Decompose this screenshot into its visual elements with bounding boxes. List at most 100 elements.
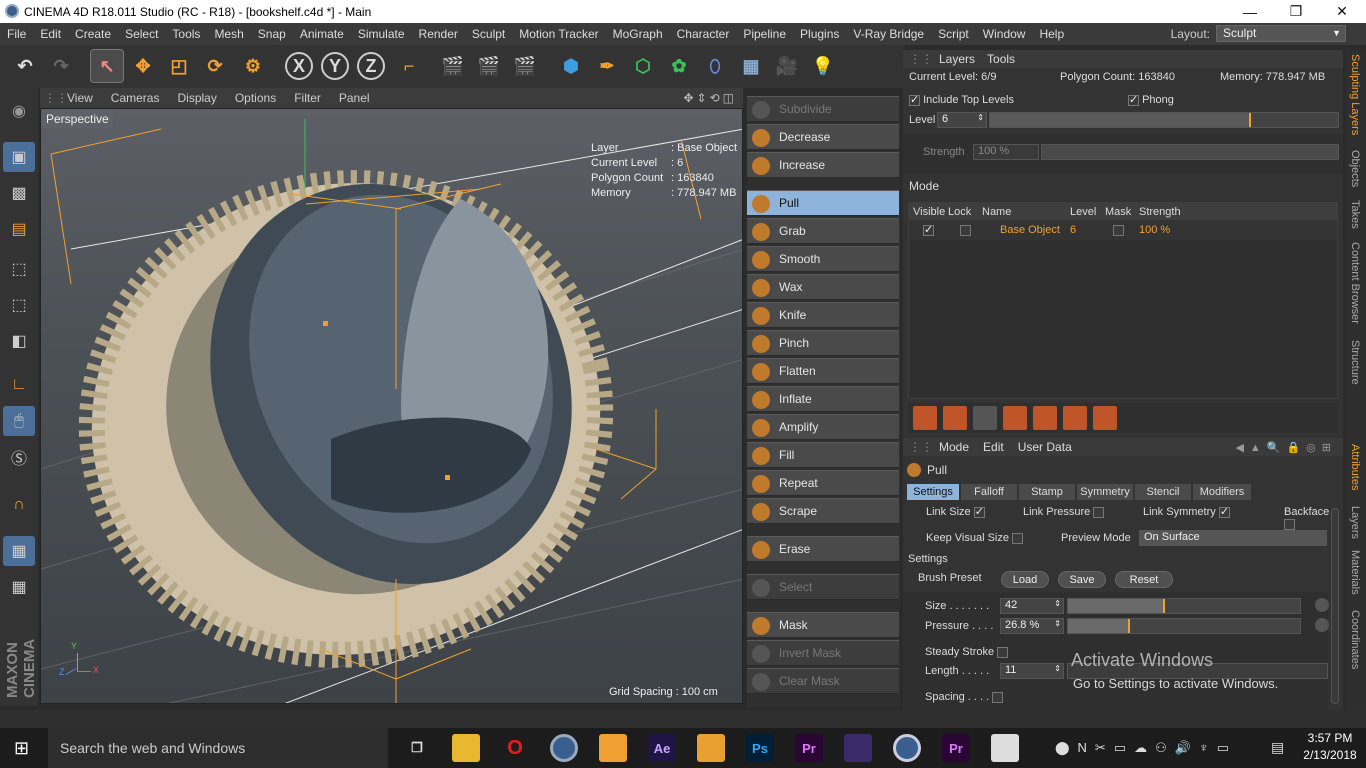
brush-grab-button[interactable]: Grab bbox=[747, 218, 899, 244]
texture-mode-icon[interactable]: ▩ bbox=[3, 178, 35, 208]
menu-tools[interactable]: Tools bbox=[165, 27, 207, 41]
y-axis-lock-icon[interactable]: Y bbox=[321, 52, 349, 80]
brush-erase-button[interactable]: Erase bbox=[747, 536, 899, 562]
tab-attributes[interactable]: Attributes bbox=[1349, 444, 1361, 490]
brush-knife-button[interactable]: Knife bbox=[747, 302, 899, 328]
strength-field[interactable]: 100 % bbox=[973, 144, 1039, 160]
brush-pull-button[interactable]: Pull bbox=[747, 190, 899, 216]
menu-animate[interactable]: Animate bbox=[293, 27, 351, 41]
keep-visual-size-option[interactable]: Keep Visual Size bbox=[926, 532, 1024, 544]
spacing-checkbox[interactable] bbox=[992, 691, 1004, 703]
brush-fill-button[interactable]: Fill bbox=[747, 442, 899, 468]
level-field[interactable]: 6 ⇕ bbox=[937, 112, 987, 128]
copy-layer-icon[interactable] bbox=[1033, 406, 1057, 430]
media-player-icon[interactable] bbox=[697, 734, 725, 762]
delete-layer-icon[interactable] bbox=[973, 406, 997, 430]
mask-checkbox[interactable] bbox=[1113, 224, 1124, 236]
menu-simulate[interactable]: Simulate bbox=[351, 27, 412, 41]
task-view-icon[interactable]: ❐ bbox=[403, 734, 431, 762]
photos-icon[interactable] bbox=[991, 734, 1019, 762]
workplane-icon[interactable]: ▤ bbox=[3, 214, 35, 244]
deformer-icon[interactable]: ⬯ bbox=[698, 49, 732, 83]
undo-icon[interactable]: ↶ bbox=[8, 49, 42, 83]
size-pen-pressure-icon[interactable] bbox=[1315, 598, 1329, 612]
pressure-pen-icon[interactable] bbox=[1315, 618, 1329, 632]
subdivision-surface-icon[interactable]: ⬡ bbox=[626, 49, 660, 83]
floor-icon[interactable]: ▦ bbox=[734, 49, 768, 83]
phong-checkbox[interactable] bbox=[1128, 93, 1139, 106]
app-icon-2[interactable] bbox=[844, 734, 872, 762]
tab-coordinates[interactable]: Coordinates bbox=[1349, 610, 1361, 669]
viewport-menu-options[interactable]: Options bbox=[226, 91, 285, 105]
windows-start-icon[interactable]: ⊞ bbox=[14, 738, 29, 759]
model-mode-icon[interactable]: ▣ bbox=[3, 142, 35, 172]
brush-flatten-button[interactable]: Flatten bbox=[747, 358, 899, 384]
tab-objects[interactable]: Objects bbox=[1349, 150, 1361, 187]
scale-icon[interactable]: ◰ bbox=[162, 49, 196, 83]
clear-layer-icon[interactable] bbox=[1003, 406, 1027, 430]
brush-invert-mask-button[interactable]: Invert Mask bbox=[747, 640, 899, 666]
menu-vray-bridge[interactable]: V-Ray Bridge bbox=[846, 27, 931, 41]
cube-object-icon[interactable]: ⬢ bbox=[554, 49, 588, 83]
menu-file[interactable]: File bbox=[0, 27, 33, 41]
menu-sculpt[interactable]: Sculpt bbox=[465, 27, 512, 41]
length-field[interactable]: 11 ⇕ bbox=[1000, 663, 1064, 679]
maximize-button[interactable]: ❐ bbox=[1273, 0, 1319, 23]
menu-edit[interactable]: Edit bbox=[33, 27, 68, 41]
size-field[interactable]: 42 ⇕ bbox=[1000, 598, 1064, 614]
link-pressure-option[interactable]: Link Pressure bbox=[1023, 506, 1105, 518]
attr-menu-edit[interactable]: Edit bbox=[983, 440, 1018, 454]
link-pressure-checkbox[interactable] bbox=[1093, 506, 1105, 518]
menu-character[interactable]: Character bbox=[670, 27, 737, 41]
add-folder-icon[interactable] bbox=[943, 406, 967, 430]
rotate-icon[interactable]: ⟳ bbox=[198, 49, 232, 83]
include-top-levels-option[interactable]: Include Top Levels bbox=[909, 93, 1014, 106]
minimize-button[interactable]: — bbox=[1227, 0, 1273, 23]
premiere-icon-2[interactable]: Pr bbox=[942, 734, 970, 762]
cinema4d-taskbar-icon[interactable] bbox=[550, 734, 578, 762]
recent-tools-icon[interactable]: ⚙ bbox=[236, 49, 270, 83]
live-selection-icon[interactable]: ↖ bbox=[90, 49, 124, 83]
tab-content-browser[interactable]: Content Browser bbox=[1349, 242, 1361, 324]
tab-stencil[interactable]: Stencil bbox=[1135, 484, 1191, 500]
strength-slider[interactable] bbox=[1041, 144, 1339, 160]
brush-decrease-button[interactable]: Decrease bbox=[747, 124, 899, 150]
tab-layers-side[interactable]: Layers bbox=[1349, 506, 1361, 539]
tab-falloff[interactable]: Falloff bbox=[961, 484, 1017, 500]
tab-layers[interactable]: Layers bbox=[939, 52, 987, 66]
menu-help[interactable]: Help bbox=[1032, 27, 1071, 41]
pen-spline-icon[interactable]: ✒ bbox=[590, 49, 624, 83]
tab-materials[interactable]: Materials bbox=[1349, 550, 1361, 595]
brush-wax-button[interactable]: Wax bbox=[747, 274, 899, 300]
link-size-option[interactable]: Link Size bbox=[926, 505, 985, 518]
close-button[interactable]: ✕ bbox=[1319, 0, 1365, 23]
viewport-menu-display[interactable]: Display bbox=[168, 91, 225, 105]
redo-icon[interactable]: ↷ bbox=[44, 49, 78, 83]
tab-structure[interactable]: Structure bbox=[1349, 340, 1361, 385]
menu-mograph[interactable]: MoGraph bbox=[606, 27, 670, 41]
backface-checkbox[interactable] bbox=[1284, 518, 1295, 530]
brush-scrape-button[interactable]: Scrape bbox=[747, 498, 899, 524]
tab-sculpting-layers[interactable]: Sculpting Layers bbox=[1349, 54, 1361, 135]
x-axis-lock-icon[interactable]: X bbox=[285, 52, 313, 80]
brush-repeat-button[interactable]: Repeat bbox=[747, 470, 899, 496]
edges-mode-icon[interactable]: ⬚ bbox=[3, 290, 35, 320]
camera-icon[interactable]: 🎥 bbox=[770, 49, 804, 83]
menu-script[interactable]: Script bbox=[931, 27, 976, 41]
vertical-scrollbar[interactable] bbox=[1331, 508, 1339, 704]
link-symmetry-option[interactable]: Link Symmetry bbox=[1143, 505, 1230, 518]
attr-menu-user-data[interactable]: User Data bbox=[1018, 440, 1072, 454]
axis-mode-icon[interactable]: ∟ bbox=[3, 370, 35, 400]
attr-menu-mode[interactable]: Mode bbox=[939, 440, 983, 454]
coordinate-system-icon[interactable]: ⌐ bbox=[392, 49, 426, 83]
reset-preset-button[interactable]: Reset bbox=[1115, 571, 1173, 588]
tab-stamp[interactable]: Stamp bbox=[1019, 484, 1075, 500]
brush-smooth-button[interactable]: Smooth bbox=[747, 246, 899, 272]
taskbar-search-box[interactable]: Search the web and Windows bbox=[48, 728, 388, 768]
phong-option[interactable]: Phong bbox=[1128, 93, 1174, 106]
steady-stroke-option[interactable]: Steady Stroke bbox=[925, 646, 1009, 658]
file-explorer-icon[interactable] bbox=[452, 734, 480, 762]
snap-icon[interactable]: ∩ bbox=[3, 490, 35, 520]
lock-checkbox[interactable] bbox=[960, 224, 971, 236]
viewport-3d[interactable]: Perspective Layer: Base Object Current L… bbox=[40, 108, 743, 704]
